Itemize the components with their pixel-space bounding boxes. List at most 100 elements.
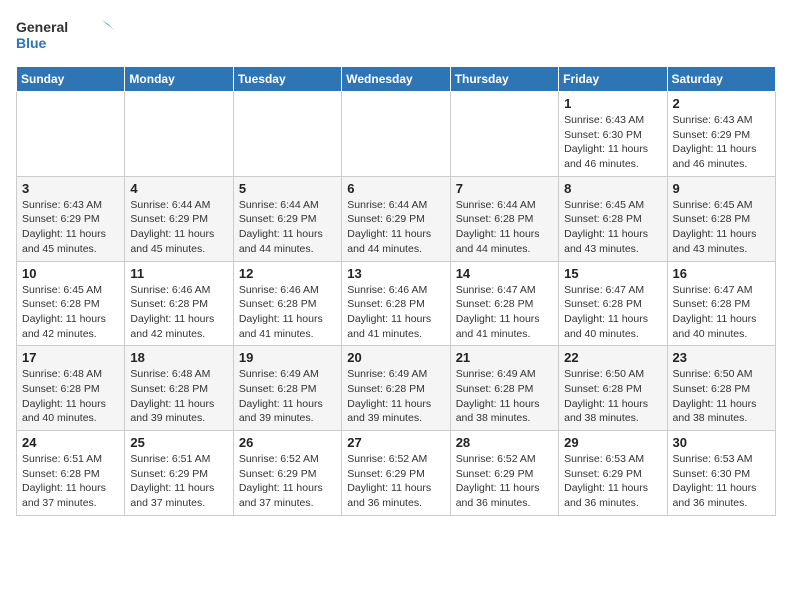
calendar-week-row: 17 Sunrise: 6:48 AM Sunset: 6:28 PM Dayli… [17,346,776,431]
calendar-cell: 3 Sunrise: 6:43 AM Sunset: 6:29 PM Daylig… [17,176,125,261]
day-info: Sunrise: 6:44 AM Sunset: 6:29 PM Dayligh… [130,198,227,257]
day-number: 10 [22,266,119,281]
calendar-cell: 14 Sunrise: 6:47 AM Sunset: 6:28 PM Dayli… [450,261,558,346]
calendar-cell: 24 Sunrise: 6:51 AM Sunset: 6:28 PM Dayli… [17,431,125,516]
calendar-cell: 28 Sunrise: 6:52 AM Sunset: 6:29 PM Dayli… [450,431,558,516]
day-number: 21 [456,350,553,365]
day-number: 4 [130,181,227,196]
day-number: 17 [22,350,119,365]
calendar-week-row: 10 Sunrise: 6:45 AM Sunset: 6:28 PM Dayli… [17,261,776,346]
day-info: Sunrise: 6:47 AM Sunset: 6:28 PM Dayligh… [564,283,661,342]
day-number: 9 [673,181,770,196]
day-info: Sunrise: 6:51 AM Sunset: 6:28 PM Dayligh… [22,452,119,511]
calendar-week-row: 24 Sunrise: 6:51 AM Sunset: 6:28 PM Dayli… [17,431,776,516]
calendar-cell: 5 Sunrise: 6:44 AM Sunset: 6:29 PM Daylig… [233,176,341,261]
day-info: Sunrise: 6:45 AM Sunset: 6:28 PM Dayligh… [564,198,661,257]
day-number: 19 [239,350,336,365]
day-number: 14 [456,266,553,281]
day-number: 24 [22,435,119,450]
day-number: 12 [239,266,336,281]
weekday-header-saturday: Saturday [667,67,775,92]
svg-text:Blue: Blue [16,35,47,51]
calendar-cell: 6Sunrise: 6:44 AM Sunset: 6:29 PM Daylig… [342,176,450,261]
day-number: 23 [673,350,770,365]
day-info: Sunrise: 6:50 AM Sunset: 6:28 PM Dayligh… [564,367,661,426]
day-number: 5 [239,181,336,196]
day-number: 22 [564,350,661,365]
logo-svg: General Blue [16,16,116,58]
day-info: Sunrise: 6:46 AM Sunset: 6:28 PM Dayligh… [239,283,336,342]
day-info: Sunrise: 6:46 AM Sunset: 6:28 PM Dayligh… [130,283,227,342]
day-info: Sunrise: 6:48 AM Sunset: 6:28 PM Dayligh… [22,367,119,426]
day-info: Sunrise: 6:44 AM Sunset: 6:29 PM Dayligh… [239,198,336,257]
calendar-cell: 29Sunrise: 6:53 AM Sunset: 6:29 PM Dayli… [559,431,667,516]
calendar-cell: 25Sunrise: 6:51 AM Sunset: 6:29 PM Dayli… [125,431,233,516]
calendar-cell: 13 Sunrise: 6:46 AM Sunset: 6:28 PM Dayli… [342,261,450,346]
day-info: Sunrise: 6:44 AM Sunset: 6:28 PM Dayligh… [456,198,553,257]
day-number: 16 [673,266,770,281]
day-info: Sunrise: 6:47 AM Sunset: 6:28 PM Dayligh… [673,283,770,342]
calendar-cell [233,92,341,177]
day-number: 8 [564,181,661,196]
calendar-cell: 4 Sunrise: 6:44 AM Sunset: 6:29 PM Daylig… [125,176,233,261]
day-info: Sunrise: 6:45 AM Sunset: 6:28 PM Dayligh… [673,198,770,257]
day-number: 18 [130,350,227,365]
calendar-cell: 9 Sunrise: 6:45 AM Sunset: 6:28 PM Daylig… [667,176,775,261]
day-info: Sunrise: 6:52 AM Sunset: 6:29 PM Dayligh… [239,452,336,511]
weekday-header-tuesday: Tuesday [233,67,341,92]
weekday-header-sunday: Sunday [17,67,125,92]
calendar-cell: 11 Sunrise: 6:46 AM Sunset: 6:28 PM Dayli… [125,261,233,346]
calendar-cell [125,92,233,177]
calendar-week-row: 1 Sunrise: 6:43 AM Sunset: 6:30 PM Daylig… [17,92,776,177]
day-info: Sunrise: 6:49 AM Sunset: 6:28 PM Dayligh… [239,367,336,426]
calendar-week-row: 3 Sunrise: 6:43 AM Sunset: 6:29 PM Daylig… [17,176,776,261]
day-info: Sunrise: 6:50 AM Sunset: 6:28 PM Dayligh… [673,367,770,426]
svg-text:General: General [16,19,68,35]
day-number: 13 [347,266,444,281]
day-info: Sunrise: 6:43 AM Sunset: 6:30 PM Dayligh… [564,113,661,172]
day-info: Sunrise: 6:52 AM Sunset: 6:29 PM Dayligh… [347,452,444,511]
day-info: Sunrise: 6:49 AM Sunset: 6:28 PM Dayligh… [456,367,553,426]
weekday-header-wednesday: Wednesday [342,67,450,92]
calendar-cell [450,92,558,177]
calendar-header-row: SundayMondayTuesdayWednesdayThursdayFrid… [17,67,776,92]
day-number: 11 [130,266,227,281]
calendar-cell: 20 Sunrise: 6:49 AM Sunset: 6:28 PM Dayli… [342,346,450,431]
calendar-cell: 18 Sunrise: 6:48 AM Sunset: 6:28 PM Dayli… [125,346,233,431]
day-info: Sunrise: 6:53 AM Sunset: 6:30 PM Dayligh… [673,452,770,511]
calendar-cell: 1 Sunrise: 6:43 AM Sunset: 6:30 PM Daylig… [559,92,667,177]
day-number: 30 [673,435,770,450]
calendar-cell: 26 Sunrise: 6:52 AM Sunset: 6:29 PM Dayli… [233,431,341,516]
day-info: Sunrise: 6:46 AM Sunset: 6:28 PM Dayligh… [347,283,444,342]
day-info: Sunrise: 6:53 AM Sunset: 6:29 PM Dayligh… [564,452,661,511]
calendar-cell: 12 Sunrise: 6:46 AM Sunset: 6:28 PM Dayli… [233,261,341,346]
logo: General Blue [16,16,116,58]
calendar-cell: 30 Sunrise: 6:53 AM Sunset: 6:30 PM Dayli… [667,431,775,516]
calendar-cell: 16 Sunrise: 6:47 AM Sunset: 6:28 PM Dayli… [667,261,775,346]
day-info: Sunrise: 6:48 AM Sunset: 6:28 PM Dayligh… [130,367,227,426]
day-number: 25 [130,435,227,450]
weekday-header-thursday: Thursday [450,67,558,92]
day-number: 28 [456,435,553,450]
day-number: 1 [564,96,661,111]
calendar-table: SundayMondayTuesdayWednesdayThursdayFrid… [16,66,776,516]
calendar-cell: 19 Sunrise: 6:49 AM Sunset: 6:28 PM Dayli… [233,346,341,431]
day-info: Sunrise: 6:45 AM Sunset: 6:28 PM Dayligh… [22,283,119,342]
calendar-cell: 7 Sunrise: 6:44 AM Sunset: 6:28 PM Daylig… [450,176,558,261]
calendar-cell: 8 Sunrise: 6:45 AM Sunset: 6:28 PM Daylig… [559,176,667,261]
day-info: Sunrise: 6:52 AM Sunset: 6:29 PM Dayligh… [456,452,553,511]
page-header: General Blue [16,16,776,58]
calendar-cell: 2Sunrise: 6:43 AM Sunset: 6:29 PM Daylig… [667,92,775,177]
day-info: Sunrise: 6:47 AM Sunset: 6:28 PM Dayligh… [456,283,553,342]
day-info: Sunrise: 6:43 AM Sunset: 6:29 PM Dayligh… [22,198,119,257]
day-number: 3 [22,181,119,196]
day-number: 15 [564,266,661,281]
day-number: 26 [239,435,336,450]
calendar-cell: 22 Sunrise: 6:50 AM Sunset: 6:28 PM Dayli… [559,346,667,431]
calendar-cell: 10 Sunrise: 6:45 AM Sunset: 6:28 PM Dayli… [17,261,125,346]
calendar-cell [342,92,450,177]
day-number: 20 [347,350,444,365]
day-number: 2 [673,96,770,111]
day-number: 7 [456,181,553,196]
day-info: Sunrise: 6:49 AM Sunset: 6:28 PM Dayligh… [347,367,444,426]
